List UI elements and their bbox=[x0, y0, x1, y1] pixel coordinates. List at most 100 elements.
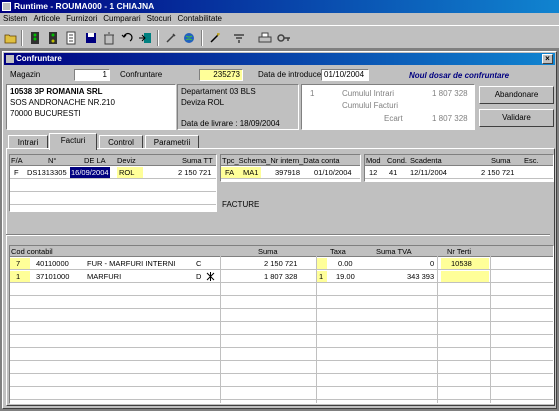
account-sum: 2 150 721 bbox=[264, 259, 298, 268]
supplier-address: SOS ANDRONACHE NR.210 bbox=[10, 98, 115, 107]
window-title-bar: Confruntare × bbox=[4, 53, 555, 65]
totals-panel: 1 Cumulul Intrari 1 807 328 Cumulul Fact… bbox=[301, 84, 475, 130]
col-scadenta: Scadenta bbox=[410, 156, 442, 165]
key-icon[interactable] bbox=[276, 30, 292, 46]
magazin-label: Magazin bbox=[10, 70, 41, 79]
table-row[interactable]: 12 41 12/11/2004 2 150 721 bbox=[365, 167, 553, 179]
tab-control[interactable]: Control bbox=[99, 135, 143, 149]
col-no: N° bbox=[48, 156, 57, 165]
abandon-button[interactable]: Abandonare bbox=[479, 86, 554, 104]
table-row[interactable] bbox=[10, 180, 216, 192]
delivery-date-label: Data de livrare : 18/09/2004 bbox=[181, 119, 280, 128]
table-row[interactable] bbox=[10, 362, 553, 374]
accounts-grid[interactable]: Cod contabil Suma Taxa Suma TVA Nr Terti… bbox=[9, 245, 554, 404]
menu-contabilitate[interactable]: Contabilitate bbox=[175, 13, 225, 25]
menu-cumparari[interactable]: Cumparari bbox=[100, 13, 143, 25]
table-row[interactable]: 7 40110000 FUR - MARFURI INTERNI C 2 150… bbox=[10, 258, 553, 270]
table-row[interactable] bbox=[10, 284, 553, 296]
table-row[interactable] bbox=[10, 375, 553, 387]
facture-label: FACTURE bbox=[222, 200, 260, 209]
col-suma: Suma bbox=[491, 156, 511, 165]
globe-icon[interactable] bbox=[181, 30, 197, 46]
col-suma-tt: Suma TT bbox=[182, 156, 213, 165]
tab-parametrii[interactable]: Parametrii bbox=[145, 135, 199, 149]
app-title: Runtime - ROUMA000 - 1 CHIAJNA bbox=[14, 1, 155, 11]
toolbar-separator bbox=[157, 30, 159, 46]
menu-sistem[interactable]: Sistem bbox=[0, 13, 30, 25]
cumul-intrari-value: 1 807 328 bbox=[432, 89, 468, 98]
filter-icon[interactable] bbox=[231, 30, 247, 46]
exit-icon[interactable] bbox=[137, 30, 153, 46]
col-fa: F/A bbox=[11, 156, 23, 165]
validate-button[interactable]: Validare bbox=[479, 109, 554, 127]
supplier-panel: 10538 3P ROMANIA SRL SOS ANDRONACHE NR.2… bbox=[6, 84, 176, 130]
col-mod: Mod bbox=[366, 156, 381, 165]
schema-code: MA1 bbox=[243, 168, 259, 177]
save-icon[interactable] bbox=[83, 30, 99, 46]
col-cod-contabil: Cod contabil bbox=[11, 247, 53, 256]
close-button[interactable]: × bbox=[542, 54, 553, 64]
col-esc: Esc. bbox=[524, 156, 539, 165]
table-row[interactable] bbox=[10, 349, 553, 361]
first-record-icon[interactable] bbox=[27, 30, 43, 46]
account-dc: C bbox=[196, 259, 202, 268]
account-index: 7 bbox=[16, 259, 21, 268]
table-row[interactable] bbox=[10, 193, 216, 205]
invoice-date[interactable]: 16/09/2004 bbox=[70, 167, 110, 178]
folder-open-icon[interactable] bbox=[3, 30, 19, 46]
window-icon bbox=[6, 55, 14, 63]
table-row[interactable] bbox=[10, 297, 553, 309]
table-row[interactable] bbox=[10, 323, 553, 335]
col-acc-suma: Suma bbox=[258, 247, 278, 256]
account-tva: 343 393 bbox=[407, 272, 435, 281]
menu-stocuri[interactable]: Stocuri bbox=[144, 13, 175, 25]
department-label: Departament 03 BLS bbox=[181, 87, 256, 96]
magazin-field[interactable]: 1 bbox=[74, 69, 110, 81]
taxa-highlight bbox=[317, 258, 327, 269]
undo-icon[interactable] bbox=[119, 30, 135, 46]
schema-grid[interactable]: Tpc_Schema_Nr intern_Data conta FA MA1 3… bbox=[220, 154, 361, 182]
ecart-value: 1 807 328 bbox=[432, 114, 468, 123]
menu-furnizori[interactable]: Furnizori bbox=[63, 13, 100, 25]
table-row[interactable] bbox=[10, 388, 553, 400]
tab-intrari[interactable]: Intrari bbox=[8, 135, 48, 149]
tools-icon[interactable] bbox=[163, 30, 179, 46]
schema-tpc: FA bbox=[225, 168, 235, 177]
table-row[interactable] bbox=[10, 336, 553, 348]
invoice-number: DS1313305 bbox=[27, 168, 67, 177]
accounts-grid-header: Cod contabil Suma Taxa Suma TVA Nr Terti bbox=[10, 246, 553, 257]
table-row[interactable] bbox=[10, 310, 553, 322]
menu-articole[interactable]: Articole bbox=[30, 13, 63, 25]
table-row[interactable]: 1 37101000 MARFURI D 1 807 328 1 19.00 3… bbox=[10, 271, 553, 283]
account-terti: 10538 bbox=[451, 259, 472, 268]
tab-facturi[interactable]: Facturi bbox=[49, 133, 97, 150]
invoices-grid[interactable]: F/A N° DE LA Deviz Suma TT F DS1313305 1… bbox=[9, 154, 217, 212]
info-panel: Departament 03 BLS Deviza ROL Data de li… bbox=[177, 84, 299, 130]
data-introducere-field[interactable]: 01/10/2004 bbox=[321, 69, 369, 81]
account-taxa-index: 1 bbox=[319, 272, 324, 281]
invoice-deviz: ROL bbox=[119, 168, 135, 177]
account-code: 40110000 bbox=[36, 259, 69, 268]
payments-grid[interactable]: Mod Cond. Scadenta Suma Esc. 12 41 12/11… bbox=[364, 154, 554, 182]
app-title-bar: Runtime - ROUMA000 - 1 CHIAJNA bbox=[0, 0, 559, 13]
col-schema: Tpc_Schema_Nr intern_Data conta bbox=[222, 156, 340, 165]
supplier-city: 70000 BUCURESTI bbox=[10, 109, 81, 118]
toolbar bbox=[0, 25, 559, 49]
magic-wand-icon[interactable] bbox=[207, 30, 223, 46]
menu-bar: Sistem Articole Furnizori Cumparari Stocuri C… bbox=[0, 13, 559, 25]
delete-icon[interactable] bbox=[101, 30, 117, 46]
confruntare-field[interactable]: 235273 bbox=[199, 69, 243, 81]
table-row[interactable]: FA MA1 397918 01/10/2004 bbox=[221, 167, 360, 179]
print-icon[interactable] bbox=[257, 30, 273, 46]
list-icon[interactable] bbox=[63, 30, 79, 46]
account-tva: 0 bbox=[430, 259, 435, 268]
payment-mod: 12 bbox=[369, 168, 378, 177]
confruntare-label: Confruntare bbox=[120, 70, 163, 79]
toolbar-separator bbox=[201, 30, 203, 46]
table-row[interactable]: F DS1313305 16/09/2004 ROL 2 150 721 bbox=[10, 167, 216, 179]
account-index: 1 bbox=[16, 272, 21, 281]
payments-grid-header: Mod Cond. Scadenta Suma Esc. bbox=[365, 155, 553, 166]
schema-nr-intern: 397918 bbox=[275, 168, 301, 177]
previous-record-icon[interactable] bbox=[45, 30, 61, 46]
payment-cond: 41 bbox=[389, 168, 398, 177]
